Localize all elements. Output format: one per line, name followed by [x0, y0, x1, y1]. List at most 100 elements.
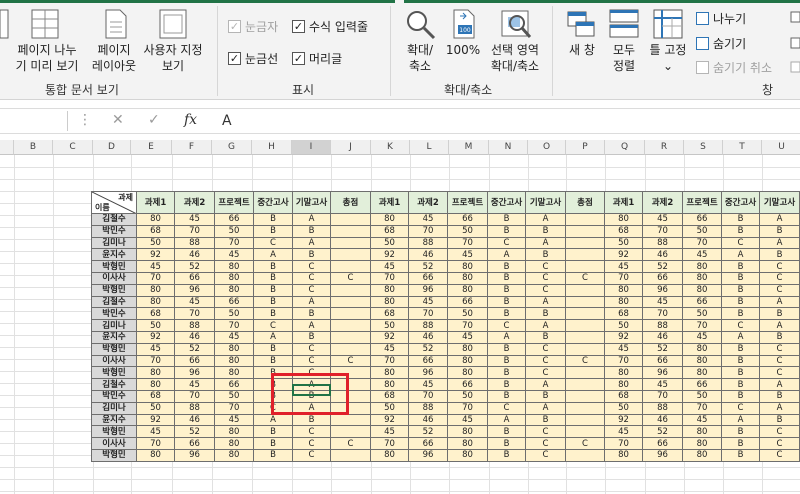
grade-cell[interactable]: 70 — [604, 354, 643, 368]
grade-cell[interactable]: 50 — [136, 236, 175, 250]
page-break-preview-icon[interactable] — [30, 8, 62, 40]
page-break-preview-button[interactable]: 페이지 나누 기 미리 보기 — [12, 42, 82, 74]
grade-cell[interactable]: A — [253, 330, 293, 344]
grade-cell[interactable]: 66 — [682, 295, 722, 309]
grade-cell[interactable]: 52 — [642, 260, 683, 273]
grade-cell[interactable]: 80 — [370, 366, 409, 380]
grade-cell[interactable]: B — [759, 307, 800, 321]
grade-cell[interactable]: 70 — [682, 236, 722, 250]
grade-cell[interactable]: C — [525, 366, 566, 380]
grade-cell[interactable]: 52 — [408, 260, 448, 273]
header-cell[interactable]: 기말고사 — [759, 191, 800, 214]
grade-cell[interactable] — [330, 425, 371, 439]
grade-cell[interactable]: 80 — [604, 366, 643, 380]
grade-cell[interactable] — [330, 342, 371, 356]
student-name-cell[interactable]: 김미나 — [91, 401, 137, 415]
grade-cell[interactable]: 45 — [642, 213, 683, 226]
grade-cell[interactable]: C — [292, 260, 331, 273]
grade-cell[interactable]: 70 — [136, 354, 175, 368]
grade-cell[interactable]: 80 — [370, 283, 409, 297]
grade-cell[interactable]: C — [565, 354, 605, 368]
grade-cell[interactable]: 50 — [370, 319, 409, 332]
grade-cell[interactable]: 45 — [370, 425, 409, 439]
grade-cell[interactable]: 80 — [136, 295, 175, 309]
grade-cell[interactable]: C — [759, 437, 800, 450]
grade-cell[interactable]: 70 — [682, 401, 722, 415]
grade-cell[interactable]: 80 — [370, 378, 409, 391]
grade-cell[interactable]: 50 — [136, 401, 175, 415]
grade-cell[interactable]: C — [525, 425, 566, 439]
grade-cell[interactable]: 52 — [174, 425, 215, 439]
grade-cell[interactable]: C — [330, 437, 371, 450]
grade-cell[interactable]: B — [721, 342, 760, 356]
grade-cell[interactable]: 66 — [174, 271, 215, 285]
grade-cell[interactable]: 70 — [408, 307, 448, 321]
grade-cell[interactable]: 52 — [642, 425, 683, 439]
grade-cell[interactable]: A — [292, 295, 331, 309]
grade-cell[interactable]: 68 — [370, 389, 409, 403]
student-name-cell[interactable]: 김철수 — [91, 213, 137, 226]
grade-cell[interactable] — [565, 330, 605, 344]
grade-cell[interactable]: B — [253, 307, 293, 321]
grade-cell[interactable]: 52 — [174, 342, 215, 356]
grade-cell[interactable]: 88 — [408, 319, 448, 332]
grade-cell[interactable]: 80 — [604, 213, 643, 226]
grade-cell[interactable]: B — [721, 224, 760, 238]
grade-cell[interactable]: 80 — [682, 283, 722, 297]
grade-cell[interactable] — [330, 260, 371, 273]
header-cell[interactable]: 과제1 — [370, 191, 409, 214]
grade-cell[interactable]: 80 — [136, 283, 175, 297]
grade-cell[interactable]: C — [721, 401, 760, 415]
grade-cell[interactable]: 50 — [447, 224, 488, 238]
zoom-magnifier-icon[interactable] — [404, 8, 438, 40]
grade-cell[interactable]: 70 — [174, 389, 215, 403]
grade-cell[interactable]: B — [721, 307, 760, 321]
grade-cell[interactable]: 50 — [604, 236, 643, 250]
grade-cell[interactable]: B — [292, 330, 331, 344]
grade-cell[interactable]: 92 — [370, 413, 409, 427]
grade-cell[interactable]: B — [721, 271, 760, 285]
grade-cell[interactable]: 50 — [214, 307, 254, 321]
grade-cell[interactable]: C — [292, 283, 331, 297]
grade-cell[interactable]: 80 — [136, 378, 175, 391]
grade-cell[interactable]: 70 — [174, 224, 215, 238]
grade-cell[interactable]: 70 — [447, 401, 488, 415]
grade-cell[interactable]: 68 — [604, 389, 643, 403]
grade-cell[interactable]: B — [487, 448, 526, 462]
grade-cell[interactable]: 45 — [604, 342, 643, 356]
grade-cell[interactable]: 92 — [136, 413, 175, 427]
grade-cell[interactable]: 96 — [408, 283, 448, 297]
grade-cell[interactable]: A — [759, 295, 800, 309]
grade-cell[interactable]: 45 — [682, 413, 722, 427]
grade-cell[interactable]: 70 — [604, 437, 643, 450]
grade-cell[interactable]: B — [487, 342, 526, 356]
grade-cell[interactable]: C — [330, 271, 371, 285]
gridlines-checkbox[interactable]: ✓ 눈금선 — [228, 50, 278, 67]
grade-cell[interactable]: B — [253, 354, 293, 368]
grade-cell[interactable]: 80 — [447, 271, 488, 285]
grade-cell[interactable]: B — [292, 248, 331, 262]
grade-cell[interactable]: B — [253, 295, 293, 309]
grade-cell[interactable]: A — [525, 213, 566, 226]
grade-cell[interactable]: B — [487, 389, 526, 403]
grade-cell[interactable]: 70 — [642, 224, 683, 238]
grade-cell[interactable]: B — [292, 307, 331, 321]
grade-cell[interactable]: 50 — [214, 224, 254, 238]
grade-cell[interactable]: 66 — [408, 354, 448, 368]
grade-cell[interactable]: B — [525, 330, 566, 344]
page-layout-button[interactable]: 페이지 레이아웃 — [86, 42, 142, 74]
grade-cell[interactable]: 45 — [408, 213, 448, 226]
grade-cell[interactable]: 96 — [642, 366, 683, 380]
grade-cell[interactable]: 70 — [408, 224, 448, 238]
student-name-cell[interactable]: 박형민 — [91, 342, 137, 356]
grade-cell[interactable]: 80 — [214, 260, 254, 273]
grade-cell[interactable]: 46 — [408, 413, 448, 427]
student-name-cell[interactable]: 윤지수 — [91, 248, 137, 262]
grade-cell[interactable]: 50 — [604, 319, 643, 332]
grade-cell[interactable]: 45 — [447, 330, 488, 344]
grade-cell[interactable]: 80 — [682, 260, 722, 273]
grade-cell[interactable]: 46 — [642, 413, 683, 427]
column-header-k[interactable]: K — [371, 140, 410, 155]
arrange-all-icon[interactable] — [608, 8, 640, 40]
grade-cell[interactable]: C — [759, 342, 800, 356]
